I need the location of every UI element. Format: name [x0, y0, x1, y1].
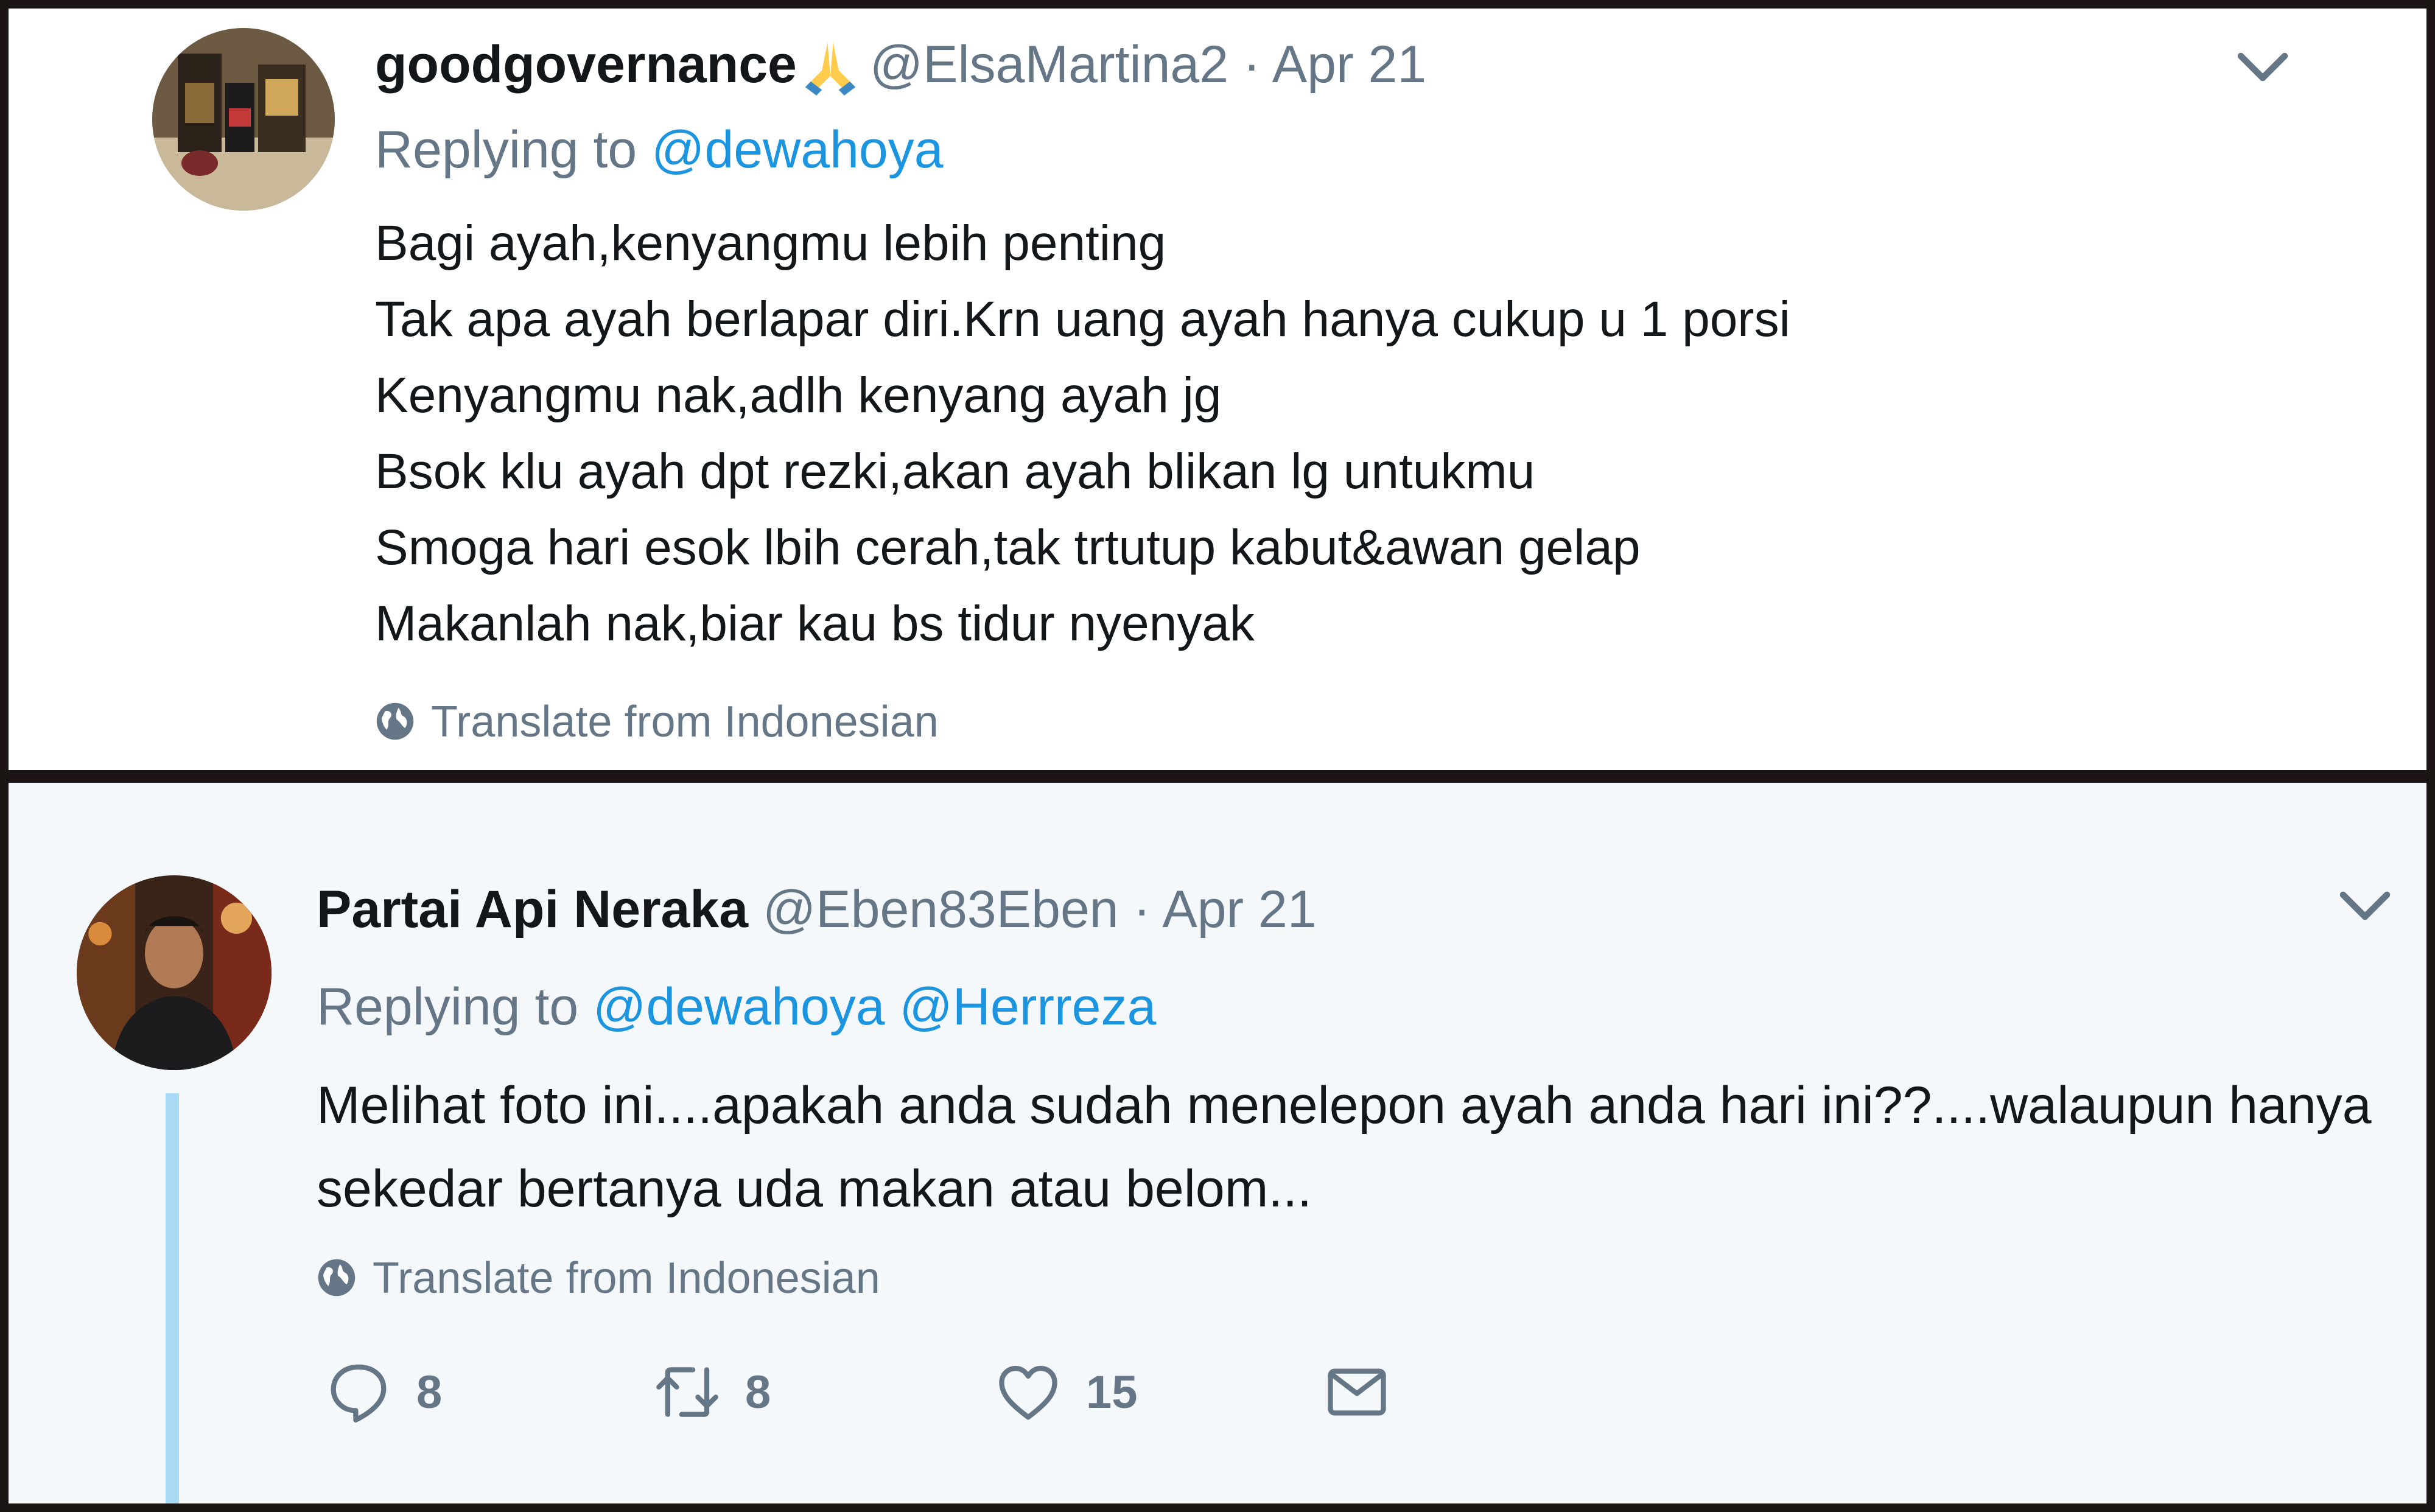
like-button[interactable]: 15	[995, 1359, 1138, 1426]
translate-link[interactable]: Translate from Indonesian	[317, 1254, 880, 1303]
text-line: Bagi ayah,kenyangmu lebih penting	[375, 215, 1166, 271]
mention-link[interactable]: @dewahoya	[651, 121, 943, 179]
avatar[interactable]	[77, 875, 272, 1070]
replying-to: Replying to @dewahoya	[375, 119, 944, 180]
chevron-down-icon[interactable]	[2338, 887, 2392, 924]
direct-message-button[interactable]	[1323, 1359, 1390, 1426]
tweet-header: goodgovernance @ElsaMartina2 · Apr 21	[375, 34, 1426, 96]
reply-count: 8	[416, 1366, 443, 1418]
tweet-header: Partai Api Neraka @Eben83Eben · Apr 21	[317, 879, 1317, 940]
heart-icon	[999, 1365, 1057, 1420]
tweet-date[interactable]: Apr 21	[1162, 880, 1316, 939]
separator-dot: ·	[1242, 35, 1261, 94]
folded-hands-emoji-icon	[797, 34, 864, 96]
retweet-icon	[656, 1367, 718, 1417]
translate-label: Translate from Indonesian	[431, 698, 939, 746]
tweet-eben[interactable]: Partai Api Neraka @Eben83Eben · Apr 21 R…	[9, 783, 2426, 1503]
like-count: 15	[1086, 1366, 1138, 1418]
replying-to: Replying to @dewahoya @Herrreza	[317, 976, 1156, 1037]
tweet-elsa[interactable]: goodgovernance @ElsaMartina2 · Apr 21 Rep…	[9, 9, 2426, 770]
avatar[interactable]	[152, 28, 335, 211]
thread-line	[166, 1093, 179, 1503]
replying-label: Replying to	[375, 121, 637, 179]
retweet-button[interactable]: 8	[654, 1359, 771, 1426]
globe-icon	[376, 702, 414, 740]
globe-icon	[318, 1259, 356, 1297]
display-name[interactable]: Partai Api Neraka	[317, 880, 748, 939]
text-line: Tak apa ayah berlapar diri.Krn uang ayah…	[375, 292, 1790, 347]
mention-link[interactable]: @dewahoya	[593, 978, 885, 1036]
separator-dot: ·	[1133, 880, 1151, 939]
translate-label: Translate from Indonesian	[373, 1254, 880, 1303]
retweet-count: 8	[745, 1366, 771, 1418]
reply-button[interactable]: 8	[325, 1359, 442, 1426]
user-handle[interactable]: @ElsaMartina2	[870, 35, 1228, 94]
reply-icon	[331, 1364, 387, 1423]
mention-link[interactable]: @Herrreza	[899, 978, 1156, 1036]
text-line: Smoga hari esok lbih cerah,tak trtutup k…	[375, 520, 1641, 575]
tweet-text: Bagi ayah,kenyangmu lebih penting Tak ap…	[375, 213, 1790, 670]
tweet-date[interactable]: Apr 21	[1272, 35, 1426, 94]
user-handle[interactable]: @Eben83Eben	[763, 880, 1119, 939]
envelope-icon	[1328, 1368, 1386, 1416]
tweet-actions: 8 8 15	[325, 1359, 1482, 1426]
tweet-text: Melihat foto ini....apakah anda sudah me…	[317, 1076, 2372, 1218]
text-line: Kenyangmu nak,adlh kenyang ayah jg	[375, 368, 1222, 423]
text-line: Bsok klu ayah dpt rezki,akan ayah blikan…	[375, 444, 1535, 499]
chevron-down-icon[interactable]	[2235, 49, 2290, 85]
display-name[interactable]: goodgovernance	[375, 35, 797, 94]
text-line: Makanlah nak,biar kau bs tidur nyenyak	[375, 596, 1255, 651]
translate-link[interactable]: Translate from Indonesian	[375, 698, 939, 746]
replying-label: Replying to	[317, 978, 579, 1036]
